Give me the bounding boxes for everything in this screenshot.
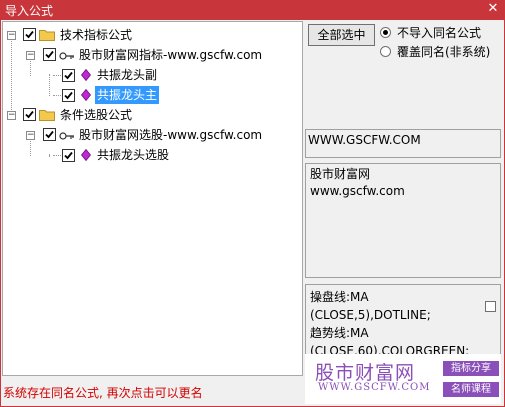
tree-line [49,154,50,156]
code-line: 趋势线:MA [310,326,369,340]
radio-label: 覆盖同名(非系统) [397,45,491,59]
collapse-toggle[interactable]: − [7,111,16,120]
tree-node-item1[interactable]: 共振龙头副 [95,66,159,84]
watermark-brand: 股市财富网 [315,362,416,384]
item2-checkbox[interactable] [62,89,75,102]
watermark-tag: 名师课程 [443,382,499,397]
window-title: 导入公式 [5,4,54,18]
formula-description-box[interactable]: 股市财富网 www.gscfw.com [305,163,501,278]
root1-checkbox[interactable] [23,28,36,41]
tree-node-label: 股市财富网选股-www.gscfw.com [79,128,263,142]
group1-checkbox[interactable] [43,48,56,61]
formula-code-box[interactable]: 操盘线:MA (CLOSE,5),DOTLINE; 趋势线:MA (CLOSE,… [305,284,501,362]
tree-node-root2[interactable]: 条件选股公式 [58,106,134,124]
check-icon [45,130,54,139]
description-line: 股市财富网 [310,167,371,181]
check-icon [64,71,73,80]
code-line: 操盘线:MA [310,290,369,304]
tree-node-item3[interactable]: 共振龙头选股 [95,146,171,164]
title-bar: 导入公式 ✕ [0,0,505,20]
code-option-checkbox[interactable] [485,301,496,312]
key-icon [59,52,74,60]
folder-icon [39,30,55,41]
collapse-toggle[interactable]: − [26,131,35,140]
radio-label: 不导入同名公式 [397,26,482,40]
tree-node-item2[interactable]: 共振龙头主 [95,86,160,104]
tree-node-label: 技术指标公式 [60,28,133,42]
collapse-toggle[interactable]: − [26,51,35,60]
tree-node-group1[interactable]: 股市财富网指标-www.gscfw.com [77,46,264,64]
radio-overwrite[interactable]: 覆盖同名(非系统) [380,44,490,60]
tree-node-label: 共振龙头主 [95,86,160,104]
formula-gem-icon [81,149,91,161]
watermark-url: WWW.GSCFW.COM [318,382,431,393]
formula-url: WWW.GSCFW.COM [308,133,421,147]
collapse-toggle[interactable]: − [7,31,16,40]
select-all-button[interactable]: 全部选中 [308,24,375,46]
tree-node-label: 共振龙头副 [97,68,158,82]
check-icon [25,30,34,39]
tree-node-label: 股市财富网指标-www.gscfw.com [79,48,263,62]
radio-skip-duplicates[interactable]: 不导入同名公式 [380,25,481,41]
close-icon[interactable]: ✕ [486,0,500,18]
formula-url-box: WWW.GSCFW.COM [305,129,501,158]
formula-gem-icon [81,89,91,101]
group2-checkbox[interactable] [43,128,56,141]
check-icon [45,50,54,59]
tree-node-label: 条件选股公式 [60,108,133,122]
radio-dot [380,46,391,57]
formula-gem-icon [81,69,91,81]
tree-node-label: 共振龙头选股 [97,148,170,162]
tree-line [11,36,12,116]
root2-checkbox[interactable] [23,108,36,121]
check-icon [64,151,73,160]
key-icon [59,132,74,140]
code-line: (CLOSE,5),DOTLINE; [310,308,431,322]
check-icon [25,110,34,119]
item1-checkbox[interactable] [62,69,75,82]
tree-node-root1[interactable]: 技术指标公式 [58,26,134,44]
folder-icon [39,110,55,121]
tree-node-group2[interactable]: 股市财富网选股-www.gscfw.com [77,126,264,144]
watermark-tag: 指标分享 [443,361,499,376]
watermark-logo: 股市财富网 WWW.GSCFW.COM 指标分享 名师课程 [305,354,501,404]
description-line: www.gscfw.com [310,184,405,198]
check-icon [64,91,73,100]
formula-tree[interactable]: − 技术指标公式 − 股市财富网指标-www.gscfw.com 共振龙头副 共… [2,21,303,376]
tree-line [49,74,50,96]
status-message: 系统存在同名公式, 再次点击可以更名 [3,386,203,400]
radio-dot [380,27,391,38]
item3-checkbox[interactable] [62,149,75,162]
